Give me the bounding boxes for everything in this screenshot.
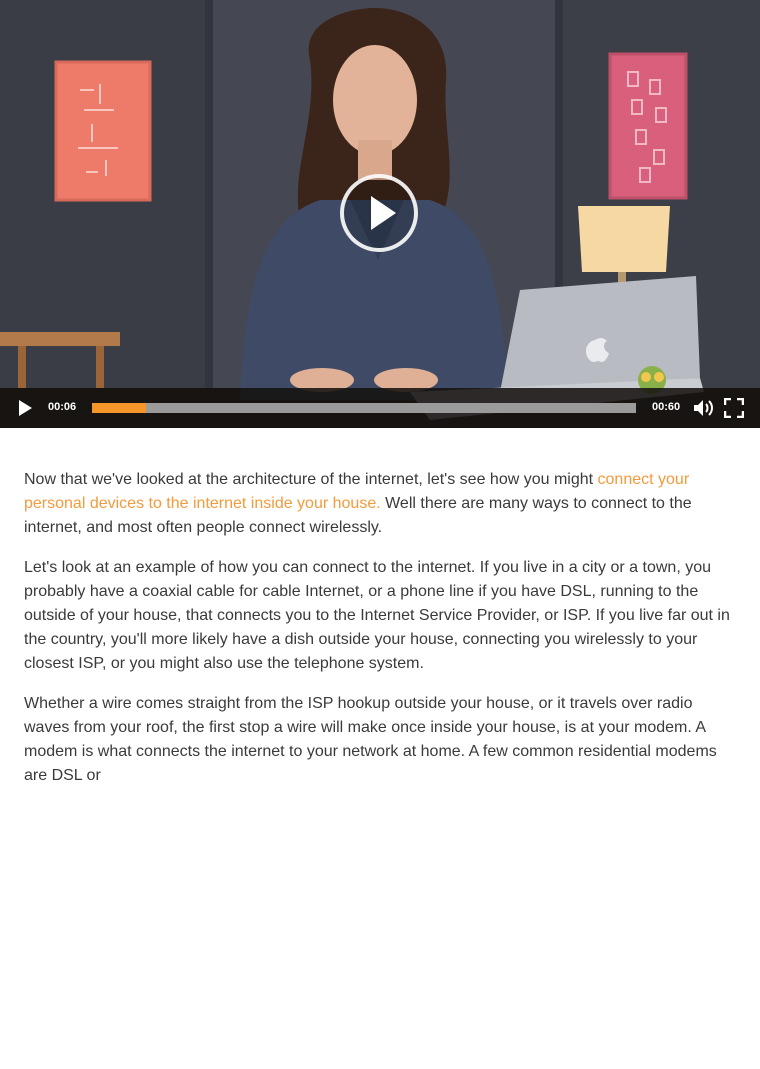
- paragraph-intro: Now that we've looked at the architectur…: [24, 468, 738, 540]
- fullscreen-icon[interactable]: [724, 398, 744, 418]
- play-icon[interactable]: [14, 399, 34, 417]
- big-play-button[interactable]: [340, 174, 418, 252]
- intro-text-before: Now that we've looked at the architectur…: [24, 471, 598, 488]
- progress-bar[interactable]: [92, 403, 636, 413]
- paragraph-modem: Whether a wire comes straight from the I…: [24, 695, 717, 784]
- control-bar: 00:06 00:60: [0, 388, 760, 428]
- current-time: 00:06: [48, 401, 77, 413]
- play-icon: [371, 196, 396, 230]
- duration-time: 00:60: [652, 401, 681, 413]
- paragraph-connection: Let's look at an example of how you can …: [24, 559, 730, 672]
- video-player[interactable]: 00:06 00:60: [0, 0, 760, 428]
- volume-icon[interactable]: [692, 398, 714, 418]
- article-body: Now that we've looked at the architectur…: [24, 468, 738, 804]
- progress-fill: [92, 403, 147, 413]
